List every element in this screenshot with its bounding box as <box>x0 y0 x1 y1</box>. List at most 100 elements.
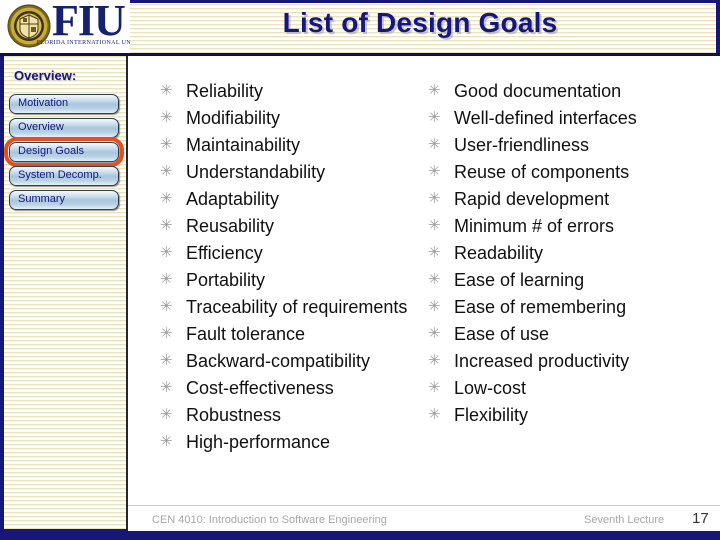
list-item: ✳ Adaptability <box>160 186 430 212</box>
asterisk-bullet-icon: ✳ <box>428 109 441 126</box>
asterisk-bullet-icon: ✳ <box>428 82 441 99</box>
footer-course-label: CEN 4010: Introduction to Software Engin… <box>152 514 387 526</box>
active-item-highlight-outline <box>4 137 124 167</box>
list-item: ✳ Reliability <box>160 78 430 104</box>
bullet-list-right: ✳ Good documentation ✳ Well-defined interfa… <box>428 78 708 429</box>
list-item-label: Robustness <box>186 405 282 425</box>
page-number: 17 <box>692 510 709 527</box>
sidebar-item-label: Overview <box>18 121 64 133</box>
list-item: ✳ Robustness <box>160 402 430 428</box>
list-item-label: User-friendliness <box>454 135 590 155</box>
list-item: ✳ Well-defined interfaces <box>428 105 708 131</box>
list-item: ✳ Minimum # of errors <box>428 213 708 239</box>
asterisk-bullet-icon: ✳ <box>160 109 173 126</box>
sidebar: Overview: Motivation Overview Design Goa… <box>0 56 128 533</box>
list-item-label: Ease of use <box>454 324 550 344</box>
list-item-label: Minimum # of errors <box>454 216 615 236</box>
content-area: ✳ Reliability ✳ Modifiability ✳ Maintainabili… <box>128 56 720 533</box>
asterisk-bullet-icon: ✳ <box>428 298 441 315</box>
asterisk-bullet-icon: ✳ <box>428 406 441 423</box>
list-item: ✳ Reusability <box>160 213 430 239</box>
asterisk-bullet-icon: ✳ <box>428 379 441 396</box>
sidebar-item-motivation-button[interactable]: Motivation <box>9 94 119 114</box>
list-item: ✳ Readability <box>428 240 708 266</box>
list-item-label: Modifiability <box>186 108 281 128</box>
list-item-label: High-performance <box>186 432 331 452</box>
list-item: ✳ Increased productivity <box>428 348 708 374</box>
fiu-subtitle: FLORIDA INTERNATIONAL UNIVERSITY <box>36 40 130 46</box>
slide-canvas: List of Design Goals FIU FLORIDA INTERNA… <box>0 0 720 540</box>
footer-divider <box>128 505 720 506</box>
list-item: ✳ High-performance <box>160 429 430 455</box>
list-item: ✳ Fault tolerance <box>160 321 430 347</box>
list-item: ✳ Reuse of components <box>428 159 708 185</box>
list-item-label: Cost-effectiveness <box>186 378 334 398</box>
asterisk-bullet-icon: ✳ <box>160 244 173 261</box>
asterisk-bullet-icon: ✳ <box>428 163 441 180</box>
fiu-logo: FIU FLORIDA INTERNATIONAL UNIVERSITY <box>0 0 130 53</box>
asterisk-bullet-icon: ✳ <box>428 325 441 342</box>
sidebar-item-label: Motivation <box>18 97 69 109</box>
list-item-label: Reusability <box>186 216 275 236</box>
list-item: ✳ Ease of use <box>428 321 708 347</box>
sidebar-heading: Overview: <box>14 68 77 83</box>
sidebar-item-overview[interactable]: Overview <box>9 118 119 138</box>
footer-bottom-bar-left <box>0 529 128 540</box>
list-item: ✳ Backward-compatibility <box>160 348 430 374</box>
asterisk-bullet-icon: ✳ <box>428 244 441 261</box>
sidebar-item-design-goals[interactable]: Design Goals <box>4 137 124 167</box>
asterisk-bullet-icon: ✳ <box>160 406 173 423</box>
list-item-label: Understandability <box>186 162 326 182</box>
list-item-label: Fault tolerance <box>186 324 306 344</box>
asterisk-bullet-icon: ✳ <box>160 433 173 450</box>
asterisk-bullet-icon: ✳ <box>160 190 173 207</box>
sidebar-item-motivation[interactable]: Motivation <box>9 94 119 114</box>
sidebar-item-label: Summary <box>18 193 66 205</box>
list-item-label: Flexibility <box>454 405 529 425</box>
list-item-label: Good documentation <box>454 81 622 101</box>
list-item-label: Reliability <box>186 81 264 101</box>
list-item: ✳ Flexibility <box>428 402 708 428</box>
asterisk-bullet-icon: ✳ <box>160 82 173 99</box>
asterisk-bullet-icon: ✳ <box>160 136 173 153</box>
list-item: ✳ Maintainability <box>160 132 430 158</box>
list-item: ✳ Cost-effectiveness <box>160 375 430 401</box>
list-item: ✳ Modifiability <box>160 105 430 131</box>
sidebar-item-overview-button[interactable]: Overview <box>9 118 119 138</box>
list-item-label: Increased productivity <box>454 351 630 371</box>
asterisk-bullet-icon: ✳ <box>160 217 173 234</box>
asterisk-bullet-icon: ✳ <box>428 352 441 369</box>
asterisk-bullet-icon: ✳ <box>160 163 173 180</box>
sidebar-item-label: System Decomp. <box>18 169 102 181</box>
list-item: ✳ Portability <box>160 267 430 293</box>
asterisk-bullet-icon: ✳ <box>160 325 173 342</box>
list-item-label: Portability <box>186 270 266 290</box>
list-item-label: Traceability of requirements <box>186 297 408 317</box>
list-item-label: Reuse of components <box>454 162 630 182</box>
list-item: ✳ User-friendliness <box>428 132 708 158</box>
list-item-label: Well-defined interfaces <box>454 108 637 128</box>
asterisk-bullet-icon: ✳ <box>428 217 441 234</box>
asterisk-bullet-icon: ✳ <box>428 190 441 207</box>
list-item: ✳ Low-cost <box>428 375 708 401</box>
asterisk-bullet-icon: ✳ <box>160 352 173 369</box>
sidebar-item-system-decomp[interactable]: System Decomp. <box>9 166 119 186</box>
asterisk-bullet-icon: ✳ <box>160 271 173 288</box>
list-item: ✳ Ease of learning <box>428 267 708 293</box>
list-item-label: Backward-compatibility <box>186 351 371 371</box>
list-item: ✳ Efficiency <box>160 240 430 266</box>
sidebar-item-summary[interactable]: Summary <box>9 190 119 210</box>
list-item: ✳ Ease of remembering <box>428 294 708 320</box>
footer-lecture-label: Seventh Lecture <box>584 514 665 526</box>
list-item-label: Ease of remembering <box>454 297 627 317</box>
asterisk-bullet-icon: ✳ <box>428 136 441 153</box>
list-item: ✳ Rapid development <box>428 186 708 212</box>
list-item: ✳ Good documentation <box>428 78 708 104</box>
asterisk-bullet-icon: ✳ <box>160 379 173 396</box>
sidebar-item-summary-button[interactable]: Summary <box>9 190 119 210</box>
list-item-label: Readability <box>454 243 544 263</box>
list-item-label: Maintainability <box>186 135 301 155</box>
sidebar-left-border <box>0 56 4 533</box>
list-item-label: Adaptability <box>186 189 280 209</box>
sidebar-item-system-decomp-button[interactable]: System Decomp. <box>9 166 119 186</box>
